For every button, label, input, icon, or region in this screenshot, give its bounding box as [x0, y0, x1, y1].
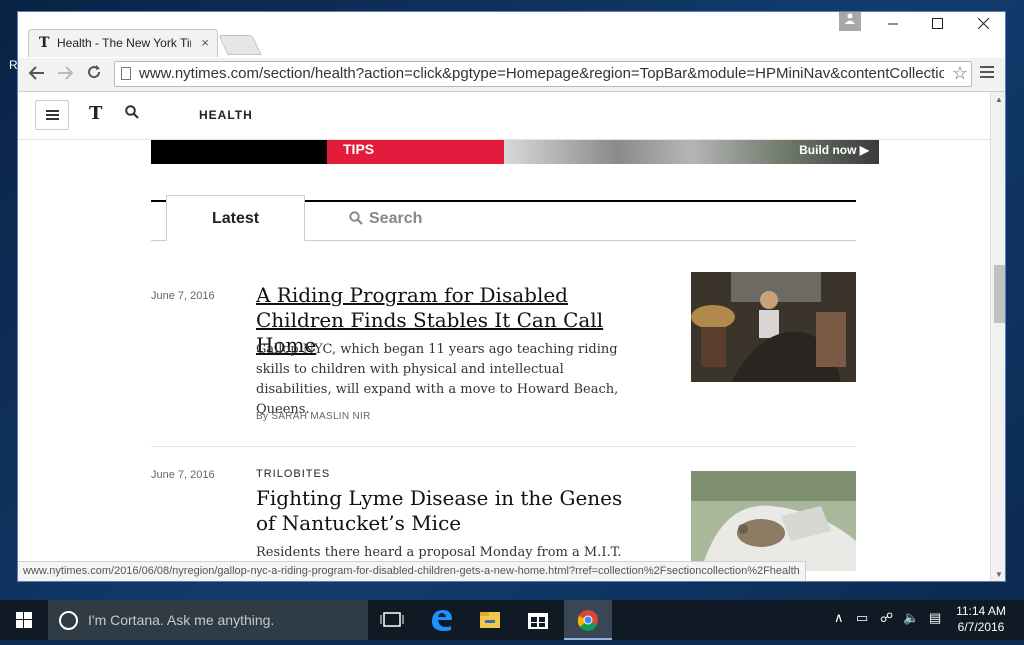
page-scrollbar[interactable]: ▲ ▼	[990, 92, 1005, 581]
story-divider	[151, 446, 856, 447]
forward-button[interactable]	[53, 62, 77, 86]
nyt-header: T HEALTH	[18, 92, 990, 140]
story-kicker[interactable]: TRILOBITES	[256, 468, 330, 480]
story-headline-link[interactable]: Fighting Lyme Disease in the Genes of Na…	[256, 486, 646, 536]
section-title: HEALTH	[199, 108, 253, 122]
tab-latest[interactable]: Latest	[166, 195, 305, 241]
story-date: June 7, 2016	[151, 469, 215, 481]
title-bar: T Health - The New York Times ×	[18, 12, 1005, 58]
page-icon	[121, 67, 131, 80]
bookmark-star-icon[interactable]: ☆	[952, 63, 968, 84]
ad-tips-text: TIPS	[343, 141, 375, 157]
task-view-icon[interactable]	[368, 600, 416, 640]
edge-browser-icon[interactable]	[418, 600, 466, 640]
start-button[interactable]	[0, 600, 48, 640]
maximize-button[interactable]	[917, 14, 957, 36]
taskbar: I'm Cortana. Ask me anything. ∧ ▭ ☍ 🔈 11…	[0, 600, 1024, 640]
browser-toolbar: www.nytimes.com/section/health?action=cl…	[18, 58, 1005, 92]
story-byline: By SARAH MASLIN NIR	[256, 411, 371, 422]
address-bar[interactable]: www.nytimes.com/section/health?action=cl…	[114, 61, 972, 87]
clock-time: 11:14 AM	[956, 604, 1006, 618]
nyt-favicon-icon: T	[39, 35, 50, 51]
tab-title: Health - The New York Times	[57, 36, 191, 50]
story-summary: Gallop NYC, which began 11 years ago tea…	[256, 342, 619, 417]
cortana-search-box[interactable]: I'm Cortana. Ask me anything.	[48, 600, 368, 640]
system-clock[interactable]: 11:14 AM 6/7/2016	[950, 603, 1012, 635]
clock-date: 6/7/2016	[957, 620, 1005, 634]
minimize-button[interactable]	[873, 14, 913, 36]
cortana-placeholder: I'm Cortana. Ask me anything.	[88, 612, 275, 628]
network-icon[interactable]: ☍	[880, 610, 893, 626]
browser-tab[interactable]: T Health - The New York Times ×	[28, 29, 218, 57]
tab-close-icon[interactable]: ×	[201, 35, 209, 50]
reload-button[interactable]	[82, 62, 106, 86]
new-tab-button[interactable]	[218, 35, 262, 55]
ad-build-now-button[interactable]: Build now ▶	[799, 143, 869, 157]
show-hidden-icons-chevron[interactable]: ∧	[834, 610, 844, 626]
url-text[interactable]: www.nytimes.com/section/health?action=cl…	[139, 65, 944, 82]
chrome-taskbar-icon[interactable]	[564, 600, 612, 640]
search-icon[interactable]	[125, 105, 139, 124]
story-thumbnail-riding[interactable]	[691, 272, 856, 382]
tab-search-label: Search	[369, 210, 423, 227]
profile-icon[interactable]	[839, 12, 861, 31]
file-explorer-icon[interactable]	[466, 600, 514, 640]
power-icon[interactable]: ▭	[856, 610, 868, 626]
cortana-icon	[59, 611, 78, 630]
search-tab-icon	[349, 211, 363, 230]
tab-search[interactable]: Search	[349, 210, 422, 230]
story-thumbnail-mouse[interactable]	[691, 471, 856, 571]
link-status-bar: www.nytimes.com/2016/06/08/nyregion/gall…	[18, 561, 806, 581]
volume-icon[interactable]: 🔈	[903, 610, 919, 626]
chrome-menu-icon[interactable]	[980, 66, 994, 81]
story-date: June 7, 2016	[151, 290, 215, 302]
nyt-logo-icon[interactable]: T	[89, 103, 102, 124]
action-center-icon[interactable]: ▤	[929, 610, 941, 626]
back-button[interactable]	[25, 62, 49, 86]
scrollbar-thumb[interactable]	[994, 265, 1005, 323]
browser-window: T Health - The New York Times ×	[17, 11, 1006, 582]
advertisement-banner[interactable]: TIPS Build now ▶	[151, 139, 879, 164]
store-icon[interactable]	[514, 600, 562, 640]
tab-latest-label: Latest	[211, 210, 260, 227]
scroll-up-icon[interactable]: ▲	[991, 95, 1005, 104]
sections-menu-button[interactable]	[35, 100, 69, 130]
ad-cta-label: Build now	[799, 143, 857, 157]
page-viewport: T HEALTH TIPS Build now ▶ Latest Search …	[18, 92, 990, 581]
scroll-down-icon[interactable]: ▼	[991, 570, 1005, 579]
ad-red-panel: TIPS	[327, 139, 504, 164]
close-window-button[interactable]	[963, 14, 1003, 36]
